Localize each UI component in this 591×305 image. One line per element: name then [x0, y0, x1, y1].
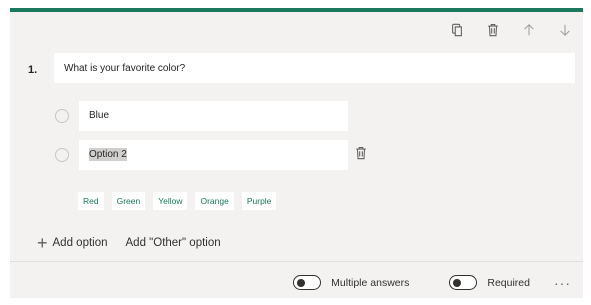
suggestion-chip[interactable]: Red — [78, 192, 104, 210]
required-label: Required — [487, 276, 530, 289]
move-down-button[interactable] — [557, 22, 573, 38]
suggestion-chip[interactable]: Green — [111, 192, 146, 210]
more-options-icon[interactable]: ··· — [554, 276, 571, 290]
multiple-answers-toggle-group: Multiple answers — [293, 275, 409, 290]
required-toggle[interactable] — [449, 275, 478, 290]
option-label: Option 2 — [89, 148, 127, 161]
plus-icon: + — [37, 233, 48, 253]
delete-option-button[interactable] — [354, 146, 368, 160]
add-option-label: Add option — [52, 237, 108, 249]
trash-icon — [488, 24, 498, 37]
delete-question-button[interactable] — [485, 22, 501, 38]
add-other-option-label: Add "Other" option — [125, 237, 221, 249]
option-input[interactable]: Blue — [79, 101, 348, 131]
divider — [10, 261, 583, 262]
question-toolbar — [449, 18, 573, 42]
radio-icon — [55, 148, 69, 162]
question-number: 1. — [28, 64, 38, 76]
option-row: Option 2 — [55, 140, 366, 170]
copy-question-button[interactable] — [449, 22, 465, 38]
add-other-option-button[interactable]: Add "Other" option — [126, 237, 221, 249]
radio-icon — [55, 109, 69, 123]
move-up-button[interactable] — [521, 22, 537, 38]
question-title-input[interactable]: What is your favorite color? — [54, 53, 575, 83]
option-label: Blue — [89, 110, 110, 121]
multiple-answers-toggle[interactable] — [293, 275, 322, 290]
multiple-answers-label: Multiple answers — [331, 276, 410, 289]
add-option-row: + Add option Add "Other" option — [37, 233, 221, 253]
copy-icon — [452, 23, 462, 37]
option-row: Blue — [55, 101, 348, 131]
option-suggestions: Red Green Yellow Orange Purple — [78, 192, 277, 210]
toggle-knob — [297, 278, 306, 287]
suggestion-chip[interactable]: Yellow — [153, 192, 188, 210]
suggestion-chip[interactable]: Orange — [195, 192, 234, 210]
suggestion-chip[interactable]: Purple — [241, 192, 277, 210]
toggle-knob — [453, 278, 462, 287]
arrow-down-icon — [560, 24, 570, 36]
required-toggle-group: Required — [449, 275, 530, 290]
add-option-button[interactable]: + Add option — [37, 233, 108, 253]
option-input[interactable]: Option 2 — [79, 140, 348, 170]
trash-icon — [356, 147, 366, 160]
question-footer: Multiple answers Required ··· — [293, 275, 571, 290]
question-card: 1. What is your favorite color? Blue Opt… — [10, 8, 583, 298]
arrow-up-icon — [524, 24, 534, 36]
